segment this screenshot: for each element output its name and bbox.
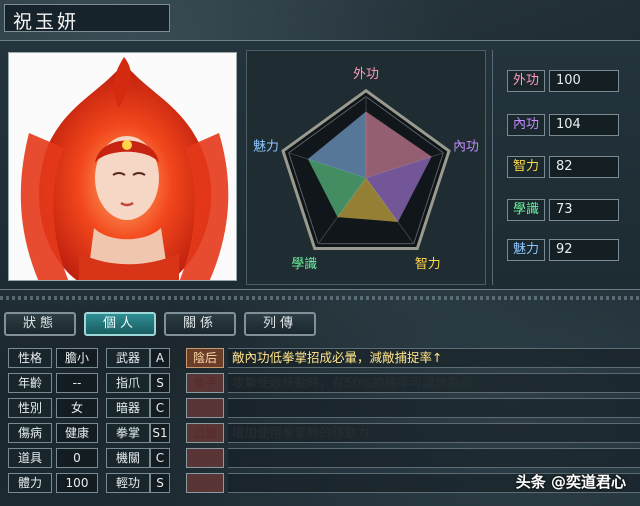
skill-tag-empty[interactable] xyxy=(186,473,224,493)
art-label: 拳掌 xyxy=(106,423,150,443)
art-grade: S xyxy=(150,373,170,393)
attribute-panel: 外功 100 內功 104 智力 82 學識 73 魅力 92 xyxy=(492,50,636,285)
character-name: 祝玉妍 xyxy=(4,4,170,33)
personal-value: 0 xyxy=(56,448,98,468)
skill-tag[interactable]: 追風 xyxy=(186,423,224,443)
skill-description: 敵內功低拳掌招成必暈，減敵捕捉率↑ xyxy=(228,348,640,368)
personal-label: 性格 xyxy=(8,348,52,368)
skill-tag-empty[interactable] xyxy=(186,448,224,468)
tab-personal[interactable]: 個人 xyxy=(84,312,156,336)
stat-label-meili: 魅力 xyxy=(507,239,545,261)
personal-label: 道具 xyxy=(8,448,52,468)
stat-row-xueshi: 學識 73 xyxy=(507,199,619,221)
personal-value: 膽小 xyxy=(56,348,98,368)
personal-value: 健康 xyxy=(56,423,98,443)
radar-axis-label: 學識 xyxy=(291,257,317,272)
skill-description: 增加使用拳掌時的移動力 xyxy=(228,423,640,443)
stat-value-meili: 92 xyxy=(549,239,619,261)
personal-label: 傷病 xyxy=(8,423,52,443)
watermark: 头条 @奕道君心 xyxy=(515,473,626,491)
stat-row-meili: 魅力 92 xyxy=(507,239,619,261)
art-grade: A xyxy=(150,348,170,368)
art-label: 暗器 xyxy=(106,398,150,418)
stat-label-neigong: 內功 xyxy=(507,114,545,136)
stat-row-neigong: 內功 104 xyxy=(507,114,619,136)
art-grade: S1 xyxy=(150,423,170,443)
skill-tag-empty[interactable] xyxy=(186,398,224,418)
character-portrait xyxy=(8,52,237,281)
art-grade: S xyxy=(150,473,170,493)
art-grade: C xyxy=(150,398,170,418)
personal-label: 體力 xyxy=(8,473,52,493)
skill-description: 攻擊使敵移動時，有50%的機率可讓敵負傷 xyxy=(228,373,640,393)
stat-value-xueshi: 73 xyxy=(549,199,619,221)
art-label: 輕功 xyxy=(106,473,150,493)
tab-status[interactable]: 狀態 xyxy=(4,312,76,336)
radar-axis-label: 魅力 xyxy=(253,139,279,154)
stat-value-neigong: 104 xyxy=(549,114,619,136)
stat-row-zhili: 智力 82 xyxy=(507,156,619,178)
art-label: 機關 xyxy=(106,448,150,468)
stat-value-zhili: 82 xyxy=(549,156,619,178)
stat-label-zhili: 智力 xyxy=(507,156,545,178)
skill-description xyxy=(228,398,640,418)
skill-tag[interactable]: 拳手 xyxy=(186,373,224,393)
stat-row-waigong: 外功 100 xyxy=(507,70,619,92)
radar-axis-label: 外功 xyxy=(353,67,379,82)
skill-tag[interactable]: 陰后 xyxy=(186,348,224,368)
personal-value: -- xyxy=(56,373,98,393)
personal-label: 年齡 xyxy=(8,373,52,393)
tab-relations[interactable]: 關係 xyxy=(164,312,236,336)
art-grade: C xyxy=(150,448,170,468)
radar-axis-label: 智力 xyxy=(415,257,441,272)
attribute-radar-chart: 外功內功智力 學識 魅力 xyxy=(246,50,486,285)
section-divider xyxy=(0,296,640,300)
stat-label-waigong: 外功 xyxy=(507,70,545,92)
personal-value: 女 xyxy=(56,398,98,418)
tab-bar: 狀態 個人 關係 列傳 xyxy=(4,312,316,336)
skill-description xyxy=(228,448,640,468)
personal-value: 100 xyxy=(56,473,98,493)
art-label: 指爪 xyxy=(106,373,150,393)
radar-axis-label: 內功 xyxy=(453,139,479,154)
personal-label: 性別 xyxy=(8,398,52,418)
stat-value-waigong: 100 xyxy=(549,70,619,92)
tab-biography[interactable]: 列傳 xyxy=(244,312,316,336)
art-label: 武器 xyxy=(106,348,150,368)
stat-label-xueshi: 學識 xyxy=(507,199,545,221)
